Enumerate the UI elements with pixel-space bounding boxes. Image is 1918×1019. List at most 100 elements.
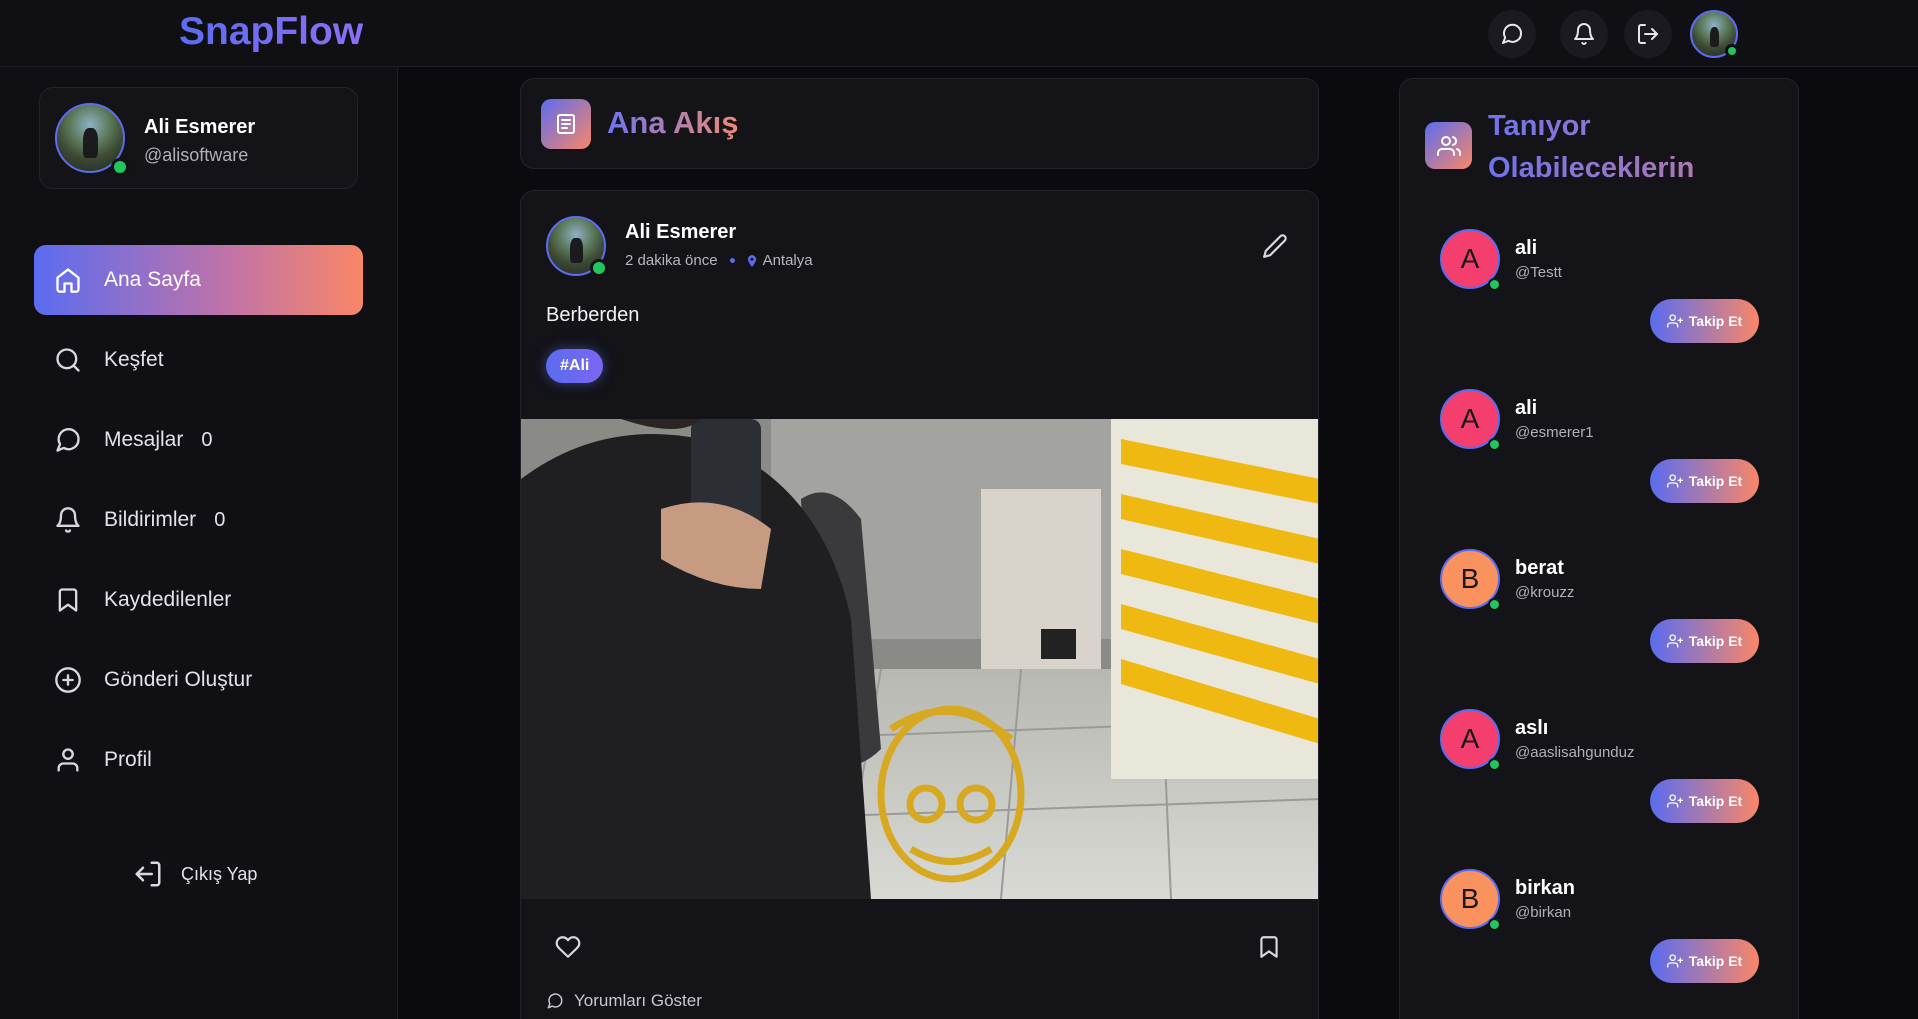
nav-item-messages[interactable]: Mesajlar 0 <box>34 405 363 475</box>
suggestion-item: A aslı @aaslisahgunduz Takip Et <box>1400 709 1800 849</box>
message-icon <box>1502 23 1523 44</box>
nav-label: Keşfet <box>104 348 164 371</box>
user-plus-icon <box>1666 474 1683 488</box>
post-author-name[interactable]: Ali Esmerer <box>625 221 736 244</box>
bell-icon <box>1574 23 1594 45</box>
feed-header: Ana Akış <box>520 78 1319 169</box>
follow-label: Takip Et <box>1688 313 1743 329</box>
post-time: 2 dakika önce <box>625 252 718 269</box>
notifications-button[interactable] <box>1560 10 1608 58</box>
follow-label: Takip Et <box>1688 953 1743 969</box>
user-plus-icon <box>1666 794 1683 808</box>
profile-card[interactable]: Ali Esmerer @alisoftware <box>39 87 358 189</box>
follow-label: Takip Et <box>1688 633 1743 649</box>
nav-label: Bildirimler 0 <box>104 508 225 532</box>
sidebar: Ali Esmerer @alisoftware Ana Sayfa Keşfe… <box>0 67 398 1019</box>
nav-label: Mesajlar 0 <box>104 428 212 452</box>
bookmark-icon <box>58 588 78 612</box>
app-logo[interactable]: SnapFlow <box>179 10 363 54</box>
suggestions-title: Tanıyor Olabileceklerin <box>1488 105 1778 189</box>
post-image[interactable] <box>521 419 1318 899</box>
logout-icon <box>135 861 161 887</box>
search-icon <box>56 348 80 372</box>
suggestion-handle: @krouzz <box>1515 584 1575 601</box>
suggestion-item: B berat @krouzz Takip Et <box>1400 549 1800 689</box>
logout-link[interactable]: Çıkış Yap <box>133 859 257 889</box>
suggestion-handle: @birkan <box>1515 904 1572 921</box>
nav-label: Profil <box>104 748 152 771</box>
top-bar: SnapFlow <box>0 0 1918 67</box>
online-indicator <box>1488 278 1501 291</box>
follow-button[interactable]: Takip Et <box>1650 299 1759 343</box>
follow-button[interactable]: Takip Et <box>1650 779 1759 823</box>
suggestion-name[interactable]: birkan <box>1515 877 1575 900</box>
user-icon <box>57 748 79 772</box>
bookmark-icon[interactable] <box>1256 934 1282 960</box>
show-comments-button[interactable]: Yorumları Göster <box>546 991 702 1011</box>
user-plus-icon <box>1666 634 1683 648</box>
online-indicator <box>1725 44 1739 58</box>
comment-icon <box>547 993 563 1009</box>
suggestion-name[interactable]: ali <box>1515 237 1537 260</box>
newspaper-icon <box>541 99 591 149</box>
suggestion-item: A ali @Testt Takip Et <box>1400 229 1800 369</box>
logout-icon <box>1638 24 1658 44</box>
plus-circle-icon <box>55 667 81 693</box>
feed-title: Ana Akış <box>607 105 739 140</box>
suggestion-handle: @esmerer1 <box>1515 424 1594 441</box>
post-hashtag[interactable]: #Ali <box>546 349 604 383</box>
nav-item-saved[interactable]: Kaydedilenler <box>34 565 363 635</box>
avatar-figure <box>1709 27 1720 48</box>
edit-icon[interactable] <box>1262 233 1288 259</box>
nav-label-text: Bildirimler <box>104 508 197 531</box>
suggestion-name[interactable]: aslı <box>1515 717 1548 740</box>
follow-button[interactable]: Takip Et <box>1650 939 1759 983</box>
post-photo <box>521 419 1318 899</box>
online-indicator <box>1488 758 1501 771</box>
avatar-figure <box>570 237 583 263</box>
nav-item-create-post[interactable]: Gönderi Oluştur <box>34 645 363 715</box>
suggestion-handle: @Testt <box>1515 264 1562 281</box>
nav-item-profile[interactable]: Profil <box>34 725 363 795</box>
logout-button[interactable] <box>1624 10 1672 58</box>
suggestion-name[interactable]: berat <box>1515 557 1564 580</box>
profile-name: Ali Esmerer <box>144 116 256 138</box>
online-indicator <box>1488 598 1501 611</box>
suggestion-item: A ali @esmerer1 Takip Et <box>1400 389 1800 529</box>
suggestions-panel: Tanıyor Olabileceklerin A ali @Testt Tak… <box>1399 78 1799 1019</box>
online-indicator <box>111 158 129 176</box>
nav-label: Ana Sayfa <box>104 268 201 291</box>
notifications-count: 0 <box>214 509 226 531</box>
logout-label: Çıkış Yap <box>181 863 258 884</box>
post-meta: 2 dakika önce Antalya <box>625 252 813 269</box>
follow-label: Takip Et <box>1688 473 1743 489</box>
suggestion-name[interactable]: ali <box>1515 397 1537 420</box>
messages-button[interactable] <box>1488 10 1536 58</box>
nav-label-text: Mesajlar <box>104 428 184 451</box>
follow-button[interactable]: Takip Et <box>1650 459 1759 503</box>
avatar-figure <box>83 128 98 158</box>
follow-label: Takip Et <box>1688 793 1743 809</box>
nav-item-explore[interactable]: Keşfet <box>34 325 363 395</box>
message-icon <box>56 428 80 452</box>
show-comments-label: Yorumları Göster <box>574 991 702 1010</box>
meta-separator <box>729 258 735 263</box>
post-text: Berberden <box>546 304 640 326</box>
nav-label: Kaydedilenler <box>104 588 232 611</box>
suggestion-handle: @aaslisahgunduz <box>1515 744 1635 761</box>
nav-label: Gönderi Oluştur <box>104 668 253 691</box>
online-indicator <box>1488 918 1501 931</box>
post-card: Ali Esmerer 2 dakika önce Antalya Berber… <box>520 190 1319 1019</box>
nav-item-notifications[interactable]: Bildirimler 0 <box>34 485 363 555</box>
nav-item-home[interactable]: Ana Sayfa <box>34 245 363 315</box>
online-indicator <box>590 259 608 277</box>
home-icon <box>56 268 80 293</box>
location-pin-icon <box>747 254 756 267</box>
suggestion-item: B birkan @birkan Takip Et <box>1400 869 1800 1009</box>
bell-icon <box>56 507 80 533</box>
online-indicator <box>1488 438 1501 451</box>
like-icon[interactable] <box>555 934 581 960</box>
follow-button[interactable]: Takip Et <box>1650 619 1759 663</box>
user-plus-icon <box>1666 954 1683 968</box>
profile-handle: @alisoftware <box>144 145 249 165</box>
